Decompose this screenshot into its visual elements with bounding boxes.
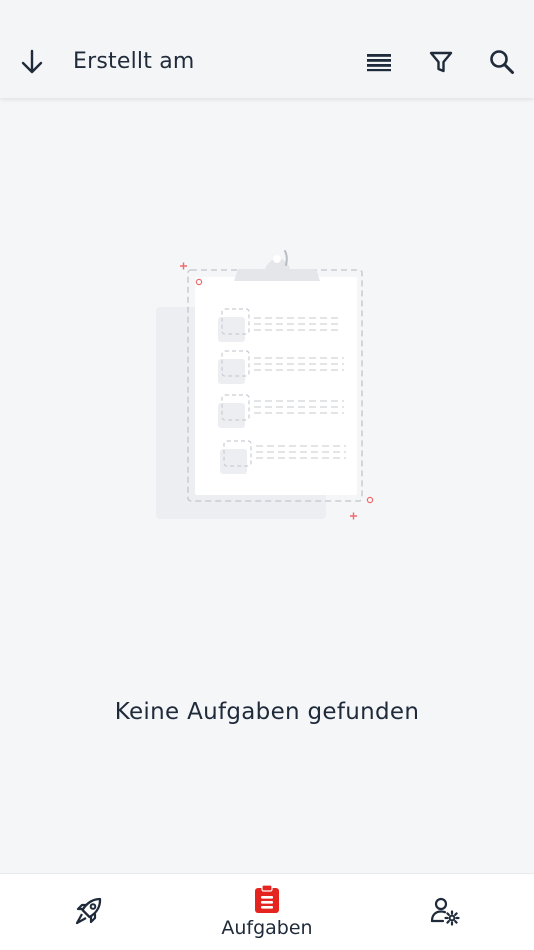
list-view-icon	[367, 54, 391, 72]
nav-item-rocket[interactable]	[60, 874, 118, 950]
bottom-navigation: Aufgaben	[0, 873, 534, 950]
clipboard-empty-icon	[156, 250, 374, 520]
arrow-down-icon	[21, 49, 43, 74]
filter-button[interactable]	[423, 44, 459, 80]
list-view-button[interactable]	[361, 44, 397, 80]
nav-item-aufgaben[interactable]: Aufgaben	[200, 874, 334, 950]
search-icon	[490, 50, 514, 74]
nav-item-user-settings[interactable]	[416, 874, 474, 950]
sort-direction-button[interactable]	[14, 44, 50, 80]
top-app-bar: Erstellt am	[0, 0, 534, 98]
app-screen: Erstellt am Keine Aufgaben gefunden Aufg…	[0, 0, 534, 950]
rocket-icon	[75, 897, 102, 925]
empty-state-message: Keine Aufgaben gefunden	[114, 699, 420, 725]
user-settings-icon	[430, 897, 460, 926]
nav-item-label: Aufgaben	[221, 917, 313, 939]
sort-field-label[interactable]: Erstellt am	[73, 48, 195, 76]
search-button[interactable]	[484, 44, 520, 80]
clipboard-icon	[255, 884, 279, 913]
filter-icon	[429, 51, 453, 73]
